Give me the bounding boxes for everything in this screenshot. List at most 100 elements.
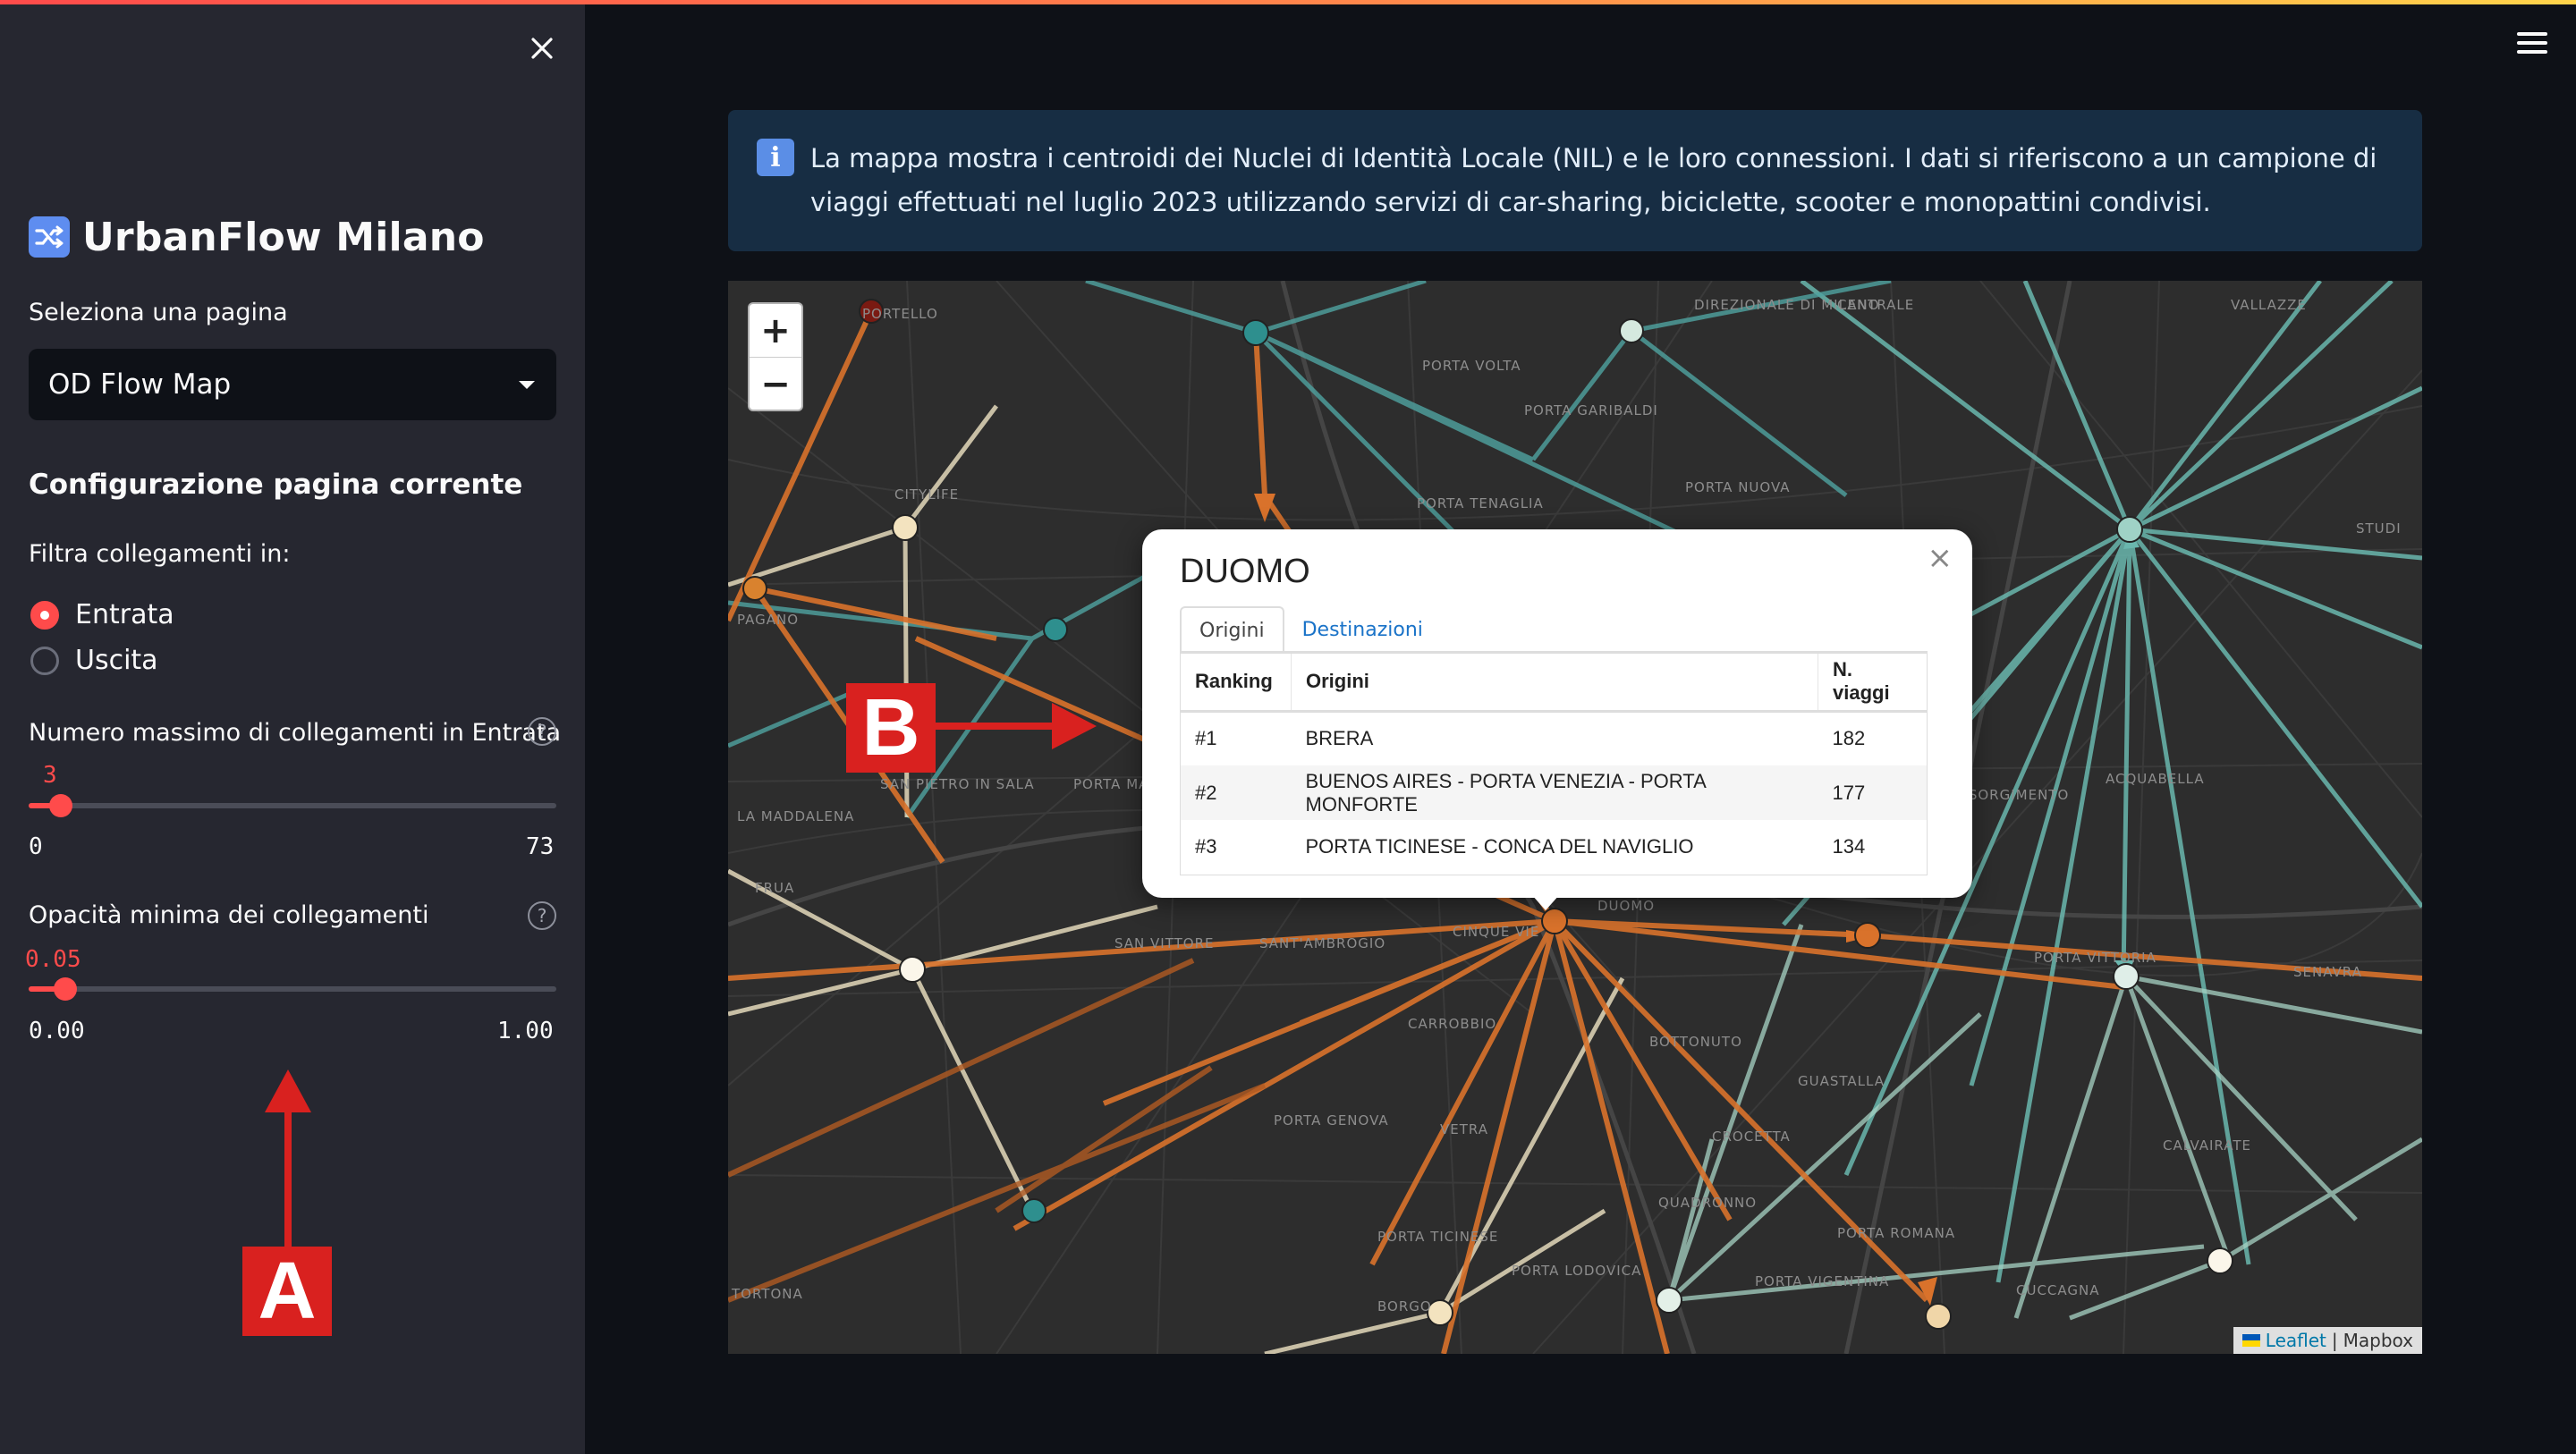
popup-close-button[interactable]: × (1928, 540, 1953, 576)
slider-thumb[interactable] (49, 794, 72, 817)
max-links-slider[interactable] (29, 794, 556, 817)
origin-cell: PORTA TICINESE - CONCA DEL NAVIGLIO (1291, 820, 1818, 875)
radio-uscita-label: Uscita (75, 645, 158, 676)
tab-destinazioni[interactable]: Destinazioni (1284, 606, 1441, 653)
chevron-down-icon (519, 381, 535, 389)
popup-tabs: Origini Destinazioni (1180, 606, 1441, 653)
help-icon[interactable]: ? (528, 717, 556, 746)
max-links-value: 3 (43, 762, 57, 789)
place-label: LA MADDALENA (737, 808, 854, 824)
trips-cell: 182 (1818, 711, 1928, 765)
place-label: PORTA NUOVA (1685, 479, 1791, 495)
place-label: PORTA VIGENTINA (1755, 1273, 1889, 1289)
attribution-separator: | (2331, 1330, 2338, 1351)
app-title: UrbanFlow Milano (29, 213, 485, 261)
sidebar: UrbanFlow Milano Seleziona una pagina OD… (0, 0, 585, 1454)
page-select-value: OD Flow Map (48, 368, 232, 401)
min-opacity-slider[interactable] (29, 977, 556, 1001)
annotation-label-b: B (846, 683, 936, 773)
radio-selected-icon (30, 600, 59, 630)
zoom-out-button[interactable]: − (750, 358, 801, 410)
popup-title: DUOMO (1180, 553, 1310, 590)
place-label: SAN PIETRO IN SALA (880, 776, 1035, 792)
min-opacity-max: 1.00 (497, 1018, 554, 1044)
place-label: CALVAIRATE (2163, 1137, 2251, 1154)
help-icon[interactable]: ? (528, 901, 556, 930)
leaflet-link[interactable]: Leaflet (2266, 1330, 2326, 1351)
place-label: TORTONA (731, 1286, 803, 1302)
shuffle-icon (29, 216, 70, 258)
place-label: SANT'AMBROGIO (1259, 935, 1385, 951)
radio-entrata[interactable]: Entrata (30, 599, 174, 630)
info-icon: i (757, 139, 794, 176)
app-title-text: UrbanFlow Milano (82, 214, 485, 260)
place-label: PORTA ROMANA (1837, 1225, 1955, 1241)
min-opacity-label: Opacità minima dei collegamenti (29, 901, 429, 929)
place-label: BOTTONUTO (1649, 1034, 1742, 1050)
place-label: SENAVRA (2293, 964, 2362, 980)
place-label: PORTA GENOVA (1274, 1112, 1389, 1129)
close-icon (531, 38, 553, 59)
mapbox-link[interactable]: Mapbox (2343, 1330, 2413, 1351)
table-row: #3 PORTA TICINESE - CONCA DEL NAVIGLIO 1… (1180, 820, 1928, 875)
place-label: PORTA VITTORIA (2034, 950, 2157, 966)
filter-label: Filtra collegamenti in: (29, 540, 291, 568)
place-label: PORTA TENAGLIA (1417, 495, 1544, 511)
annotation-arrow-right (936, 703, 1097, 749)
top-accent-bar (0, 0, 2576, 4)
place-label: GUASTALLA (1798, 1073, 1885, 1089)
place-label: PORTELLO (862, 306, 938, 322)
place-label: STUDI (2356, 520, 2402, 537)
place-label: CITYLIFE (894, 486, 959, 503)
slider-thumb[interactable] (54, 977, 77, 1001)
place-label: QUADRONNO (1658, 1195, 1757, 1211)
place-label: BORGO (1377, 1298, 1432, 1315)
place-label: CINQUE VIE (1453, 924, 1539, 940)
trips-cell: 177 (1818, 765, 1928, 820)
min-opacity-min: 0.00 (29, 1018, 85, 1044)
place-label: PORTA VOLTA (1422, 358, 1521, 374)
radio-unselected-icon (30, 646, 59, 675)
rank-cell: #1 (1180, 711, 1292, 765)
origin-cell: BRERA (1305, 727, 1374, 750)
min-opacity-value: 0.05 (25, 946, 81, 973)
hamburger-menu-icon[interactable] (2517, 32, 2547, 57)
place-label: CENTRALE (1837, 297, 1914, 313)
popup-table: Ranking Origini N. viaggi #1 BRERA 182 #… (1180, 651, 1928, 875)
place-label: PAGANO (737, 612, 799, 628)
place-label: DUOMO (1597, 898, 1655, 914)
tab-origini[interactable]: Origini (1180, 606, 1284, 653)
place-label: PORTA LODOVICA (1512, 1263, 1641, 1279)
page-select[interactable]: OD Flow Map (29, 349, 556, 420)
zoom-in-button[interactable]: + (750, 304, 801, 358)
config-heading: Configurazione pagina corrente (29, 469, 523, 501)
column-header-viaggi: N. viaggi (1818, 654, 1928, 713)
trips-cell: 134 (1818, 820, 1928, 875)
radio-uscita[interactable]: Uscita (30, 645, 158, 676)
zoom-control: + − (748, 302, 803, 411)
origin-cell: BUENOS AIRES - PORTA VENEZIA - PORTA MON… (1291, 765, 1818, 820)
max-links-max: 73 (526, 833, 555, 860)
map-popup: × DUOMO Origini Destinazioni Ranking Ori… (1142, 529, 1972, 898)
map-attribution: Leaflet | Mapbox (2233, 1327, 2422, 1354)
place-label: CROCETTA (1712, 1129, 1791, 1145)
place-label: ACQUABELLA (2106, 771, 2205, 787)
place-label: CUCCAGNA (2016, 1282, 2100, 1298)
place-label: VALLAZZE (2231, 297, 2307, 313)
place-label: SAN VITTORE (1114, 935, 1215, 951)
rank-cell: #3 (1180, 820, 1292, 875)
annotation-label-a: A (242, 1247, 332, 1336)
table-row: #1 BRERA 182 (1180, 711, 1928, 765)
annotation-arrow-up (265, 1069, 311, 1248)
popup-pointer (1531, 894, 1560, 910)
max-links-min: 0 (29, 833, 43, 860)
max-links-label: Numero massimo di collegamenti in Entrat… (29, 719, 562, 747)
close-sidebar-button[interactable] (524, 30, 560, 66)
radio-entrata-label: Entrata (75, 599, 174, 630)
place-label: CARROBBIO (1408, 1016, 1496, 1032)
place-label: FRUA (755, 880, 794, 896)
rank-cell: #2 (1180, 765, 1292, 820)
column-header-origini: Origini (1291, 654, 1818, 713)
place-label: VETRA (1440, 1121, 1488, 1137)
ukraine-flag-icon (2241, 1334, 2260, 1347)
